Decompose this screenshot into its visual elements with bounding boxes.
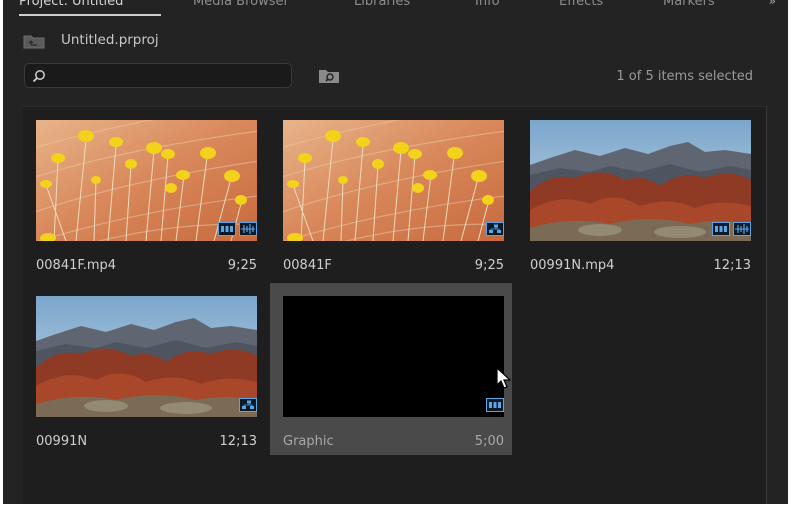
panel-tab-bar: Project: Untitled Media Browser Librarie…	[3, 0, 788, 16]
media-item-name: 00991N.mp4	[530, 258, 615, 273]
media-item-duration: 12;13	[713, 258, 751, 273]
search-input[interactable]	[53, 66, 287, 86]
media-item-duration: 9;25	[474, 258, 504, 273]
search-icon	[32, 70, 45, 83]
media-grid: 00841F.mp4 9;25 00841F 9;25 00991N.mp4 1…	[23, 106, 766, 504]
media-item-name: Graphic	[283, 434, 334, 449]
media-badges	[218, 222, 257, 236]
search-box[interactable]	[24, 63, 292, 88]
tab-markers[interactable]: Markers	[663, 0, 715, 11]
media-item-graphic[interactable]: Graphic 5;00	[270, 283, 512, 455]
bin-up-icon[interactable]	[23, 35, 45, 49]
sequence-icon	[486, 222, 504, 236]
project-panel: Project: Untitled Media Browser Librarie…	[3, 0, 788, 504]
find-icon[interactable]	[318, 68, 340, 84]
media-item-duration: 5;00	[474, 434, 504, 449]
grid-divider	[766, 106, 767, 504]
mouse-pointer-icon	[496, 367, 512, 389]
active-tab-indicator	[19, 14, 161, 16]
media-badges	[486, 398, 504, 412]
thumbnail-red-rock-landscape	[36, 296, 257, 417]
project-path-label: Untitled.prproj	[61, 32, 159, 48]
media-item-name: 00841F.mp4	[36, 258, 117, 273]
media-badges	[239, 398, 257, 412]
media-item-00991N-mp4[interactable]: 00991N.mp4 12;13	[517, 107, 759, 279]
media-item-duration: 12;13	[219, 434, 257, 449]
tab-project[interactable]: Project: Untitled	[19, 0, 123, 11]
panel-menu-icon[interactable]	[149, 0, 159, 3]
video-icon	[486, 398, 504, 412]
media-item-name: 00991N	[36, 434, 88, 449]
video-icon	[712, 222, 730, 236]
audio-icon	[733, 222, 751, 236]
media-badges	[712, 222, 751, 236]
media-item-duration: 9;25	[227, 258, 257, 273]
media-item-00841F-mp4[interactable]: 00841F.mp4 9;25	[23, 107, 265, 279]
media-badges	[486, 222, 504, 236]
thumbnail-black	[283, 296, 504, 417]
selection-status: 1 of 5 items selected	[616, 69, 753, 84]
tab-media-browser[interactable]: Media Browser	[193, 0, 289, 11]
tab-info[interactable]: Info	[475, 0, 500, 11]
media-item-00841F-sequence[interactable]: 00841F 9;25	[270, 107, 512, 279]
tab-overflow-icon[interactable]: »	[769, 0, 776, 8]
audio-icon	[239, 222, 257, 236]
tab-effects[interactable]: Effects	[559, 0, 603, 11]
thumbnail-yellow-flowers	[283, 120, 504, 241]
sequence-icon	[239, 398, 257, 412]
media-item-00991N-sequence[interactable]: 00991N 12;13	[23, 283, 265, 455]
video-icon	[218, 222, 236, 236]
media-item-name: 00841F	[283, 258, 332, 273]
tab-libraries[interactable]: Libraries	[354, 0, 410, 11]
